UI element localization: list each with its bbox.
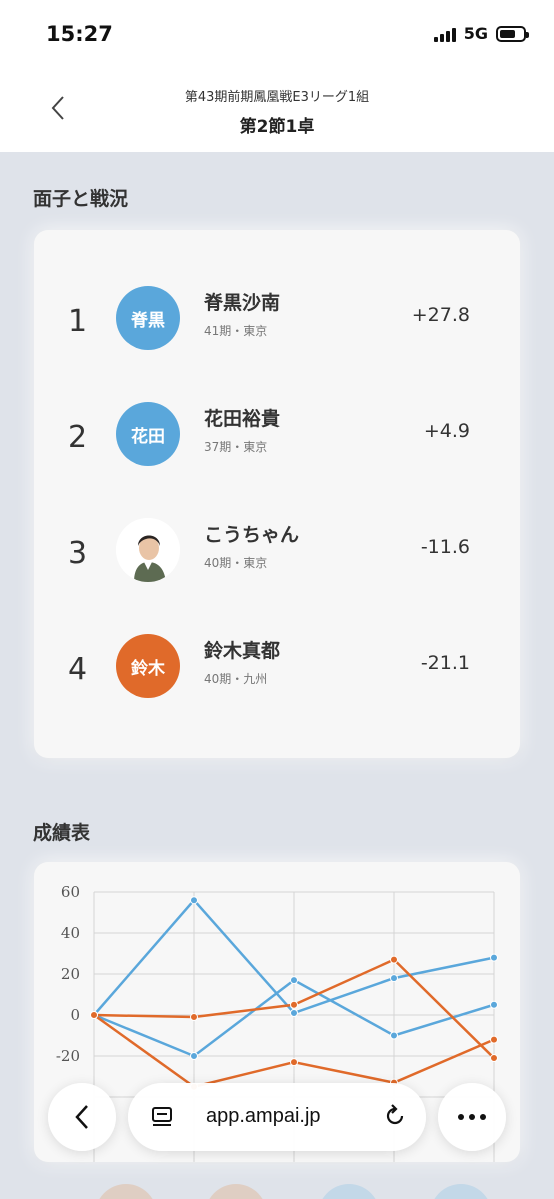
player-score: +4.9	[423, 420, 470, 442]
results-section-title: 成績表	[33, 822, 91, 844]
data-point	[290, 976, 298, 985]
browser-toolbar: app.ampai.jp	[0, 1078, 554, 1154]
more-button[interactable]	[438, 1083, 506, 1151]
player-name: 花田裕貴	[204, 408, 281, 430]
avatar: 花田	[116, 402, 180, 466]
player-meta: 41期・東京	[204, 324, 268, 338]
reader-mode-icon[interactable]	[150, 1105, 174, 1129]
page-title: 第2節1卓	[239, 117, 315, 137]
y-tick-label: -20	[56, 1047, 80, 1065]
avatar-photo	[116, 518, 180, 582]
faded-avatars	[0, 1154, 554, 1199]
status-time: 15:27	[46, 22, 113, 46]
y-tick-label: 0	[70, 1006, 80, 1024]
data-point	[390, 974, 398, 983]
faded-avatar	[430, 1184, 492, 1199]
url-text: app.ampai.jp	[206, 1105, 321, 1127]
y-tick-label: 60	[61, 883, 80, 901]
data-point	[190, 1052, 198, 1060]
address-bar[interactable]: app.ampai.jp	[128, 1083, 426, 1151]
network-label: 5G	[463, 24, 488, 43]
data-point	[390, 955, 398, 964]
battery-icon	[496, 25, 529, 42]
more-icon	[458, 1114, 486, 1120]
standings-card: 1 脊黒 脊黒沙南 41期・東京 +27.8 2 花田 花田裕貴 37期・東京 …	[34, 230, 520, 758]
player-meta: 40期・九州	[204, 672, 268, 686]
player-rank: 2	[68, 420, 88, 455]
player-score: -21.1	[420, 652, 470, 674]
status-bar: 15:27 5G	[0, 0, 554, 70]
player-rank: 3	[68, 536, 88, 571]
player-meta: 37期・東京	[204, 440, 268, 454]
player-row[interactable]: 4 鈴木 鈴木真都 40期・九州 -21.1	[34, 634, 520, 704]
reload-icon[interactable]	[382, 1103, 408, 1129]
app-header: 第43期前期鳳凰戦E3リーグ1組 第2節1卓	[0, 70, 554, 152]
faded-avatar	[205, 1184, 267, 1199]
data-point	[290, 1008, 298, 1017]
data-point	[290, 1000, 298, 1009]
faded-avatar	[318, 1184, 380, 1199]
chevron-left-icon	[75, 1105, 88, 1129]
y-tick-label: 20	[61, 965, 80, 983]
data-point	[490, 1000, 498, 1009]
player-score: +27.8	[411, 304, 470, 326]
player-name: 鈴木真都	[204, 640, 281, 662]
y-tick-label: 40	[61, 924, 80, 942]
data-point	[290, 1058, 298, 1067]
faded-avatar	[95, 1184, 157, 1199]
browser-back-button[interactable]	[48, 1083, 116, 1151]
data-point	[490, 953, 498, 962]
player-name: 脊黒沙南	[204, 292, 281, 314]
player-name: こうちゃん	[204, 524, 300, 546]
data-point	[90, 1011, 98, 1019]
player-rank: 4	[68, 652, 88, 687]
league-subtitle: 第43期前期鳳凰戦E3リーグ1組	[184, 90, 370, 105]
data-point	[190, 1013, 198, 1022]
avatar: 鈴木	[116, 634, 180, 698]
data-point	[490, 1035, 498, 1044]
player-row[interactable]: 1 脊黒 脊黒沙南 41期・東京 +27.8	[34, 286, 520, 356]
signal-icon	[433, 26, 456, 42]
data-point	[390, 1031, 398, 1040]
player-row[interactable]: 3 こうちゃん 40期・東京 -11.6	[34, 518, 520, 588]
status-indicators: 5G	[433, 24, 529, 43]
data-point	[190, 896, 198, 905]
standings-section-title: 面子と戦況	[33, 188, 129, 210]
person-photo-icon	[116, 518, 180, 582]
player-rank: 1	[68, 304, 88, 339]
data-point	[490, 1054, 498, 1063]
player-meta: 40期・東京	[204, 556, 268, 570]
player-row[interactable]: 2 花田 花田裕貴 37期・東京 +4.9	[34, 402, 520, 472]
player-score: -11.6	[420, 536, 470, 558]
avatar: 脊黒	[116, 286, 180, 350]
